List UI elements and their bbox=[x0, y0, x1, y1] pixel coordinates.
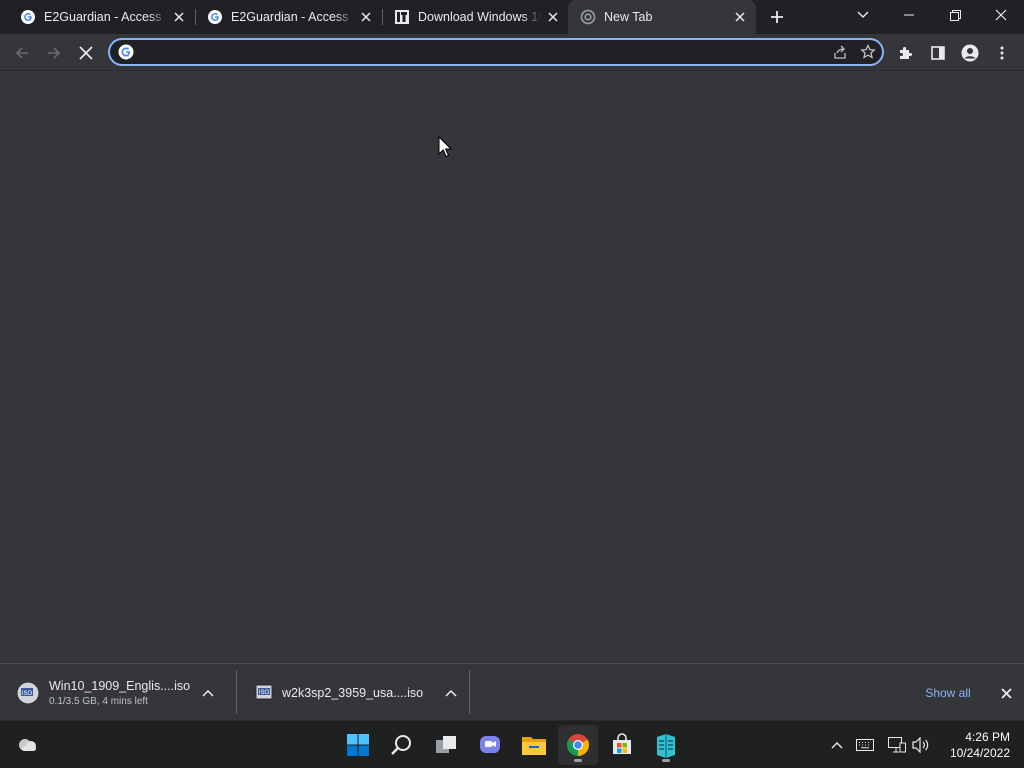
cloud-icon bbox=[19, 739, 36, 751]
download-filename: w2k3sp2_3959_usa....iso bbox=[282, 685, 424, 700]
close-window-button[interactable] bbox=[978, 0, 1024, 30]
chevron-up-icon bbox=[831, 742, 843, 749]
app-icon bbox=[657, 734, 675, 758]
profile-button[interactable] bbox=[956, 39, 984, 67]
app-button[interactable] bbox=[646, 725, 686, 765]
bookmark-star-icon[interactable] bbox=[854, 40, 882, 64]
close-shelf-button[interactable] bbox=[997, 684, 1015, 702]
new-tab-button[interactable] bbox=[765, 5, 789, 29]
download-info: Win10_1909_Englis....iso 0.1/3.5 GB, 4 m… bbox=[49, 679, 197, 707]
chevron-up-icon[interactable] bbox=[200, 685, 216, 701]
google-g-icon bbox=[207, 9, 223, 25]
menu-button[interactable] bbox=[988, 39, 1016, 67]
iso-file-icon: ISO bbox=[252, 681, 276, 705]
browser-window: E2Guardian - Access Denied E2Guardian - … bbox=[0, 0, 1024, 720]
close-icon[interactable] bbox=[171, 9, 187, 25]
close-icon bbox=[995, 9, 1007, 21]
avatar-icon bbox=[961, 44, 979, 62]
chevron-down-icon bbox=[857, 11, 869, 18]
clock-date: 10/24/2022 bbox=[949, 746, 1010, 760]
arrow-right-icon bbox=[48, 47, 61, 59]
search-button[interactable] bbox=[382, 725, 422, 765]
clock-time: 4:26 PM bbox=[965, 730, 1010, 744]
puzzle-icon bbox=[900, 47, 912, 59]
toolbar bbox=[0, 34, 1024, 71]
download-item[interactable]: ISO Win10_1909_Englis....iso 0.1/3.5 GB,… bbox=[16, 664, 226, 721]
download-status: 0.1/3.5 GB, 4 mins left bbox=[49, 695, 148, 707]
tab-title: New Tab bbox=[604, 10, 653, 24]
weather-widget[interactable] bbox=[8, 725, 48, 765]
new-tab-icon bbox=[580, 9, 596, 25]
restore-button[interactable] bbox=[932, 0, 978, 30]
address-bar[interactable] bbox=[108, 38, 884, 66]
task-view-button[interactable] bbox=[426, 725, 466, 765]
download-shelf: ISO Win10_1909_Englis....iso 0.1/3.5 GB,… bbox=[0, 663, 1024, 720]
restore-icon bbox=[949, 9, 961, 21]
keyboard-icon[interactable] bbox=[854, 733, 876, 757]
show-all-downloads-button[interactable]: Show all bbox=[912, 682, 984, 704]
close-icon bbox=[79, 46, 93, 60]
tab-title: E2Guardian - Access Denied bbox=[44, 10, 167, 24]
google-g-icon bbox=[20, 9, 36, 25]
minimize-button[interactable] bbox=[886, 0, 932, 30]
plus-icon bbox=[771, 11, 783, 23]
file-explorer-icon bbox=[522, 737, 546, 755]
kebab-menu-icon bbox=[1000, 46, 1004, 60]
task-view-icon bbox=[436, 736, 456, 753]
mouse-cursor-icon bbox=[438, 136, 452, 158]
start-button[interactable] bbox=[338, 725, 378, 765]
svg-text:ISO: ISO bbox=[22, 691, 33, 697]
arrow-left-icon bbox=[15, 47, 28, 59]
tab-search-button[interactable] bbox=[840, 0, 886, 30]
close-icon[interactable] bbox=[358, 9, 374, 25]
side-panel-button[interactable] bbox=[924, 39, 952, 67]
tab-download-windows[interactable]: Download Windows 10 Disc Image bbox=[374, 0, 569, 34]
file-explorer-button[interactable] bbox=[514, 725, 554, 765]
store-icon bbox=[613, 733, 631, 754]
network-icon[interactable] bbox=[886, 733, 908, 757]
chat-icon bbox=[480, 736, 500, 753]
stop-button[interactable] bbox=[72, 39, 100, 67]
running-indicator bbox=[662, 759, 670, 762]
chat-button[interactable] bbox=[470, 725, 510, 765]
address-input[interactable] bbox=[142, 44, 826, 60]
download-info: w2k3sp2_3959_usa....iso bbox=[282, 686, 442, 700]
tab-new-tab[interactable]: New Tab bbox=[568, 0, 756, 34]
close-icon bbox=[1000, 687, 1012, 699]
system-clock[interactable]: 4:26 PM 10/24/2022 bbox=[938, 729, 1010, 761]
iso-file-icon: ISO bbox=[16, 681, 40, 705]
tab-title: Download Windows 10 Disc Image bbox=[418, 10, 541, 24]
start-icon bbox=[347, 734, 369, 756]
tab-title: E2Guardian - Access Denied bbox=[231, 10, 354, 24]
taskbar: 4:26 PM 10/24/2022 bbox=[0, 720, 1024, 768]
svg-text:ISO: ISO bbox=[259, 690, 270, 696]
download-item[interactable]: ISO w2k3sp2_3959_usa....iso bbox=[252, 664, 462, 721]
store-button[interactable] bbox=[602, 725, 642, 765]
chrome-button[interactable] bbox=[558, 725, 598, 765]
show-hidden-icons-button[interactable] bbox=[826, 733, 848, 757]
search-icon bbox=[391, 735, 411, 755]
close-icon[interactable] bbox=[545, 9, 561, 25]
divider bbox=[469, 670, 470, 714]
tab-e2guardian-1[interactable]: E2Guardian - Access Denied bbox=[0, 0, 195, 34]
tab-strip: E2Guardian - Access Denied E2Guardian - … bbox=[0, 0, 1024, 34]
download-filename: Win10_1909_Englis....iso bbox=[49, 678, 191, 693]
share-icon[interactable] bbox=[826, 40, 854, 64]
chevron-up-icon[interactable] bbox=[443, 685, 459, 701]
extensions-button[interactable] bbox=[892, 39, 920, 67]
page-content bbox=[0, 71, 1024, 663]
close-icon[interactable] bbox=[732, 9, 748, 25]
forward-button[interactable] bbox=[40, 39, 68, 67]
divider bbox=[236, 670, 237, 714]
running-indicator bbox=[574, 759, 582, 762]
back-button[interactable] bbox=[8, 39, 36, 67]
chrome-icon bbox=[567, 734, 589, 756]
volume-icon[interactable] bbox=[910, 733, 932, 757]
side-panel-icon bbox=[931, 46, 945, 60]
it-site-icon bbox=[394, 9, 410, 25]
tab-e2guardian-2[interactable]: E2Guardian - Access Denied bbox=[187, 0, 382, 34]
google-g-icon bbox=[118, 44, 134, 60]
minimize-icon bbox=[904, 14, 914, 16]
